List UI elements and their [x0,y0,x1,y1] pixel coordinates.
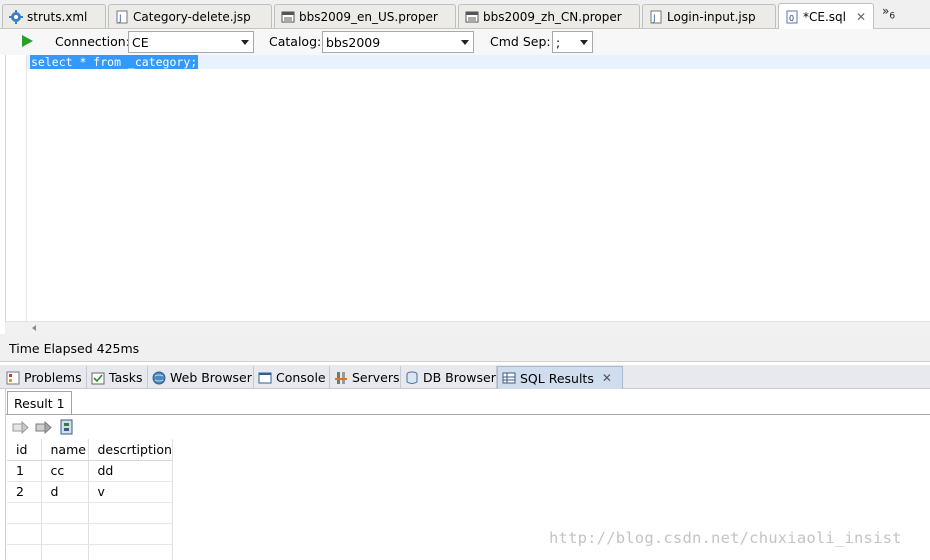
editor-gutter [6,55,27,321]
sql-editor[interactable]: select * from _category; [5,55,930,321]
tab-web-browser[interactable]: Web Browser [148,366,254,389]
gear-icon [9,9,23,24]
tab-problems[interactable]: Problems [2,366,87,389]
column-header-id[interactable]: id [7,439,42,461]
connection-value: CE [132,34,149,50]
tab-label: Web Browser [170,370,252,385]
tab-label: Servers [352,370,400,385]
export-all-icon[interactable] [35,419,52,435]
tab-label: Category-delete.jsp [133,9,251,24]
tab-console[interactable]: Console [254,366,330,389]
results-table: id name descrtiption 1 cc dd 2 d v [7,439,173,560]
database-icon [406,371,418,384]
run-icon[interactable] [20,34,34,48]
tab-label: SQL Results [520,370,594,386]
problems-icon [6,371,20,384]
chevron-down-icon [241,40,249,45]
table-cell[interactable]: 1 [7,460,42,482]
empty-row [7,502,173,524]
column-header-name[interactable]: name [41,439,89,461]
empty-row [7,523,173,545]
tab-category-delete-jsp[interactable]: J Category-delete.jsp [108,4,272,28]
editor-tab-bar: struts.xml J Category-delete.jsp bbs2009… [0,0,930,29]
table-cell[interactable]: v [88,481,173,503]
svg-text:J: J [118,14,122,24]
console-icon [258,372,272,383]
tab-struts-xml[interactable]: struts.xml [2,4,106,28]
tab-label: struts.xml [27,9,88,24]
jsp-file-icon: J [650,10,662,24]
selected-sql-text[interactable]: select * from _category; [30,55,199,69]
servers-icon [335,371,347,384]
overflow-count: 6 [889,11,896,22]
sql-file-icon: 0 [786,10,798,23]
results-toolbar [12,419,75,435]
tab-bbs2009-zh-cn[interactable]: bbs2009_zh_CN.proper [458,4,640,28]
table-header-row: id name descrtiption [7,439,173,461]
svg-text:J: J [652,14,656,24]
connection-select[interactable]: CE [128,31,254,53]
tab-label: bbs2009_zh_CN.proper [483,9,622,24]
table-icon [502,372,516,384]
tab-tasks[interactable]: Tasks [87,366,148,389]
results-settings-icon[interactable] [58,419,75,435]
cmd-sep-label: Cmd Sep: [490,34,551,49]
tab-label: Login-input.jsp [667,9,756,24]
column-header-description[interactable]: descrtiption [88,439,173,461]
tab-divider [6,414,930,415]
cmd-sep-value: ; [556,34,561,50]
status-bar: Time Elapsed 425ms [0,334,930,362]
tasks-icon [91,372,105,384]
tab-db-browser[interactable]: DB Browser [401,366,497,389]
watermark: http://blog.csdn.net/chuxiaoli_insist [549,529,902,547]
tab-label: Problems [24,370,82,385]
tab-label: Result 1 [14,396,65,411]
properties-file-icon [465,11,479,22]
tab-result-1[interactable]: Result 1 [7,391,72,415]
tab-login-input-jsp[interactable]: J Login-input.jsp [642,4,776,28]
close-icon[interactable]: ✕ [856,10,866,24]
view-tab-bar: Problems Tasks Web Browser Console Serve… [0,365,930,389]
tab-bbs2009-en-us[interactable]: bbs2009_en_US.proper [274,4,456,28]
sql-toolbar: Connection: CE Catalog: bbs2009 Cmd Sep:… [0,29,930,55]
time-elapsed-text: Time Elapsed 425ms [9,341,140,356]
globe-icon [152,371,166,384]
tab-label: *CE.sql [803,9,846,24]
chevron-down-icon [580,40,588,45]
export-icon[interactable] [12,419,29,435]
tab-sql-results[interactable]: SQL Results ✕ [497,366,623,389]
tab-overflow-button[interactable]: »6 [882,4,895,21]
cmd-sep-select[interactable]: ; [552,31,593,53]
jsp-file-icon: J [116,10,128,24]
svg-text:0: 0 [789,14,794,23]
empty-row [7,544,173,560]
catalog-label: Catalog: [269,34,322,49]
properties-file-icon [281,11,295,22]
table-cell[interactable]: d [41,481,89,503]
table-row[interactable]: 1 cc dd [7,460,173,482]
tab-label: Console [276,370,326,385]
scroll-left-icon[interactable] [32,325,36,331]
tab-ce-sql[interactable]: 0 *CE.sql ✕ [778,3,874,29]
table-cell[interactable]: 2 [7,481,42,503]
close-icon[interactable]: ✕ [602,371,612,385]
table-cell[interactable]: dd [88,460,173,482]
tab-label: DB Browser [423,370,496,385]
table-cell[interactable]: cc [41,460,89,482]
chevron-down-icon [461,40,469,45]
catalog-select[interactable]: bbs2009 [322,31,474,53]
connection-label: Connection: [55,34,130,49]
tab-label: Tasks [109,370,143,385]
editor-horizontal-scrollbar[interactable] [5,321,930,334]
catalog-value: bbs2009 [326,34,381,50]
table-row[interactable]: 2 d v [7,481,173,503]
tab-servers[interactable]: Servers [330,366,401,389]
tab-label: bbs2009_en_US.proper [299,9,438,24]
